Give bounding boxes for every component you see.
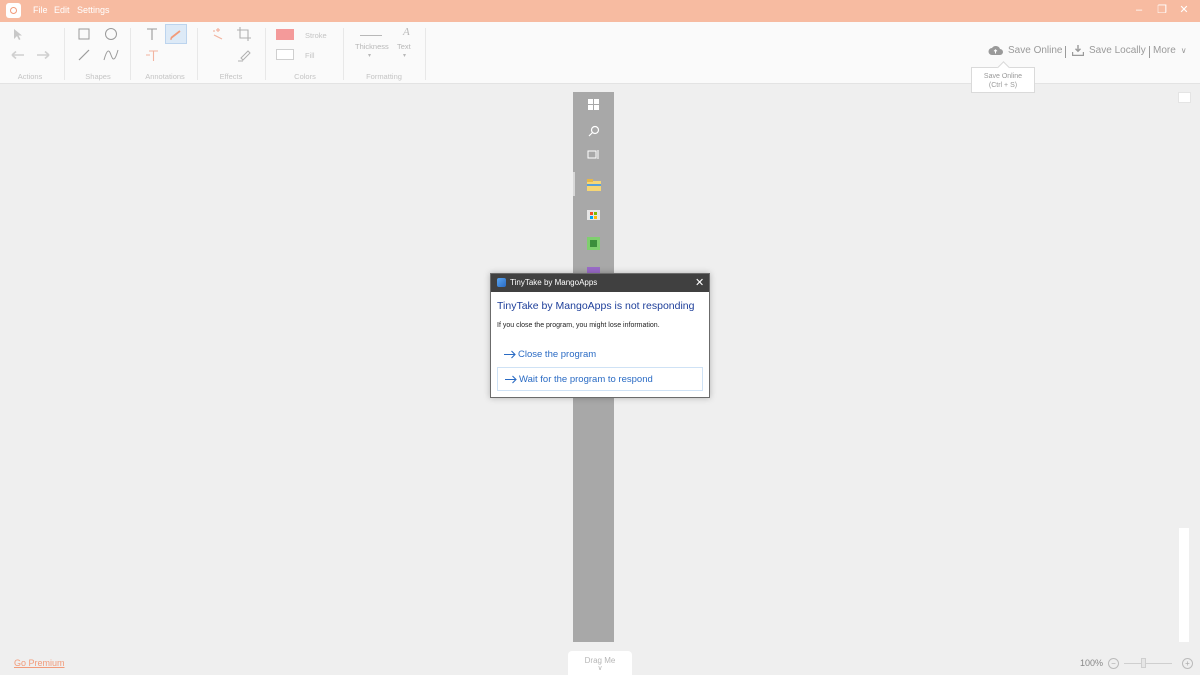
drag-me-handle[interactable]: Drag Me ∨ <box>568 651 632 675</box>
not-responding-dialog: TinyTake by MangoApps ✕ TinyTake by Mang… <box>490 273 710 398</box>
dialog-message: If you close the program, you might lose… <box>497 322 660 329</box>
dialog-heading: TinyTake by MangoApps is not responding <box>497 300 695 312</box>
divider <box>1149 46 1150 58</box>
save-online-tooltip: Save Online (Ctrl + S) <box>971 67 1035 93</box>
text-chevron-icon[interactable]: ▾ <box>403 52 406 59</box>
divider <box>197 28 198 80</box>
chevron-down-icon: ∨ <box>597 665 603 672</box>
file-explorer-icon <box>586 177 601 192</box>
menu-edit[interactable]: Edit <box>54 5 70 15</box>
arrow-right-icon <box>504 350 516 358</box>
dialog-close-icon[interactable]: ✕ <box>695 276 704 289</box>
windows-start-icon <box>586 97 601 112</box>
close-program-label: Close the program <box>518 348 597 360</box>
thickness-line-icon <box>360 35 382 36</box>
group-label-annotations: Annotations <box>145 72 185 81</box>
app-green-icon <box>586 236 601 251</box>
line-tool-icon[interactable] <box>73 45 95 65</box>
tinytake-app-icon <box>497 278 506 287</box>
thickness-chevron-icon[interactable]: ▾ <box>368 52 371 59</box>
redo-icon[interactable] <box>32 45 54 65</box>
rectangle-tool-icon[interactable] <box>73 24 95 44</box>
wait-program-label: Wait for the program to respond <box>519 373 653 385</box>
zoom-slider-track[interactable] <box>1124 663 1172 664</box>
more-label: More <box>1153 45 1176 56</box>
save-locally-label: Save Locally <box>1089 45 1146 56</box>
freehand-tool-icon[interactable] <box>100 45 122 65</box>
tooltip-line-1: Save Online <box>983 73 1023 80</box>
menu-settings[interactable]: Settings <box>77 5 110 15</box>
app-logo-icon <box>6 3 21 18</box>
group-label-formatting: Formatting <box>366 72 402 81</box>
divider <box>343 28 344 80</box>
more-button[interactable]: More ∨ <box>1153 45 1187 56</box>
divider <box>64 28 65 80</box>
arrow-right-icon <box>505 375 517 383</box>
title-bar: File Edit Settings – ❐ ✕ <box>0 0 1200 22</box>
scroll-up-button[interactable] <box>1178 92 1191 103</box>
task-view-icon <box>586 147 601 162</box>
dialog-title-bar: TinyTake by MangoApps ✕ <box>491 274 709 292</box>
stroke-color-swatch[interactable] <box>276 29 294 40</box>
select-tool-icon[interactable] <box>7 24 29 44</box>
store-icon <box>586 206 601 221</box>
text-dropdown[interactable]: Text <box>397 42 411 51</box>
fill-label: Fill <box>305 51 315 60</box>
wait-program-option[interactable]: Wait for the program to respond <box>497 367 703 391</box>
search-icon <box>586 123 601 138</box>
fill-color-swatch[interactable] <box>276 49 294 60</box>
text-tool-icon[interactable] <box>141 24 163 44</box>
group-label-effects: Effects <box>219 72 243 81</box>
download-icon <box>1072 45 1084 56</box>
divider <box>130 28 131 80</box>
divider <box>1065 46 1066 58</box>
cloud-upload-icon <box>988 45 1003 55</box>
close-window-icon[interactable]: ✕ <box>1177 3 1191 17</box>
zoom-in-icon[interactable]: + <box>1182 658 1193 669</box>
go-premium-link[interactable]: Go Premium <box>14 658 65 668</box>
group-label-shapes: Shapes <box>85 72 111 81</box>
vertical-scrollbar[interactable] <box>1179 528 1189 642</box>
text-style-icon: A <box>403 26 410 38</box>
divider <box>425 28 426 80</box>
save-locally-button[interactable]: Save Locally <box>1072 45 1146 56</box>
thickness-dropdown[interactable]: Thickness <box>355 42 389 51</box>
menu-file[interactable]: File <box>33 5 48 15</box>
restore-icon[interactable]: ❐ <box>1155 3 1169 17</box>
stroke-label: Stroke <box>305 31 327 40</box>
close-program-option[interactable]: Close the program <box>497 342 703 366</box>
active-indicator <box>573 172 575 196</box>
group-label-colors: Colors <box>294 72 316 81</box>
callout-text-tool-icon[interactable] <box>141 45 163 65</box>
blur-pen-tool-icon[interactable] <box>233 45 255 65</box>
undo-icon[interactable] <box>7 45 29 65</box>
zoom-out-icon[interactable]: − <box>1108 658 1119 669</box>
effects-wand-icon[interactable] <box>207 24 229 44</box>
zoom-level: 100% <box>1080 658 1104 668</box>
zoom-slider-thumb[interactable] <box>1141 658 1146 668</box>
ellipse-tool-icon[interactable] <box>100 24 122 44</box>
chevron-down-icon: ∨ <box>1180 46 1187 55</box>
save-online-label: Save Online <box>1008 45 1063 56</box>
highlighter-tool-icon[interactable] <box>165 24 187 44</box>
divider <box>265 28 266 80</box>
tooltip-line-2: (Ctrl + S) <box>988 82 1018 89</box>
save-online-button[interactable]: Save Online <box>988 45 1062 56</box>
minimize-icon[interactable]: – <box>1132 3 1146 17</box>
drag-me-label: Drag Me <box>584 656 616 665</box>
group-label-actions: Actions <box>17 72 43 81</box>
dialog-title: TinyTake by MangoApps <box>510 278 598 287</box>
crop-tool-icon[interactable] <box>233 24 255 44</box>
